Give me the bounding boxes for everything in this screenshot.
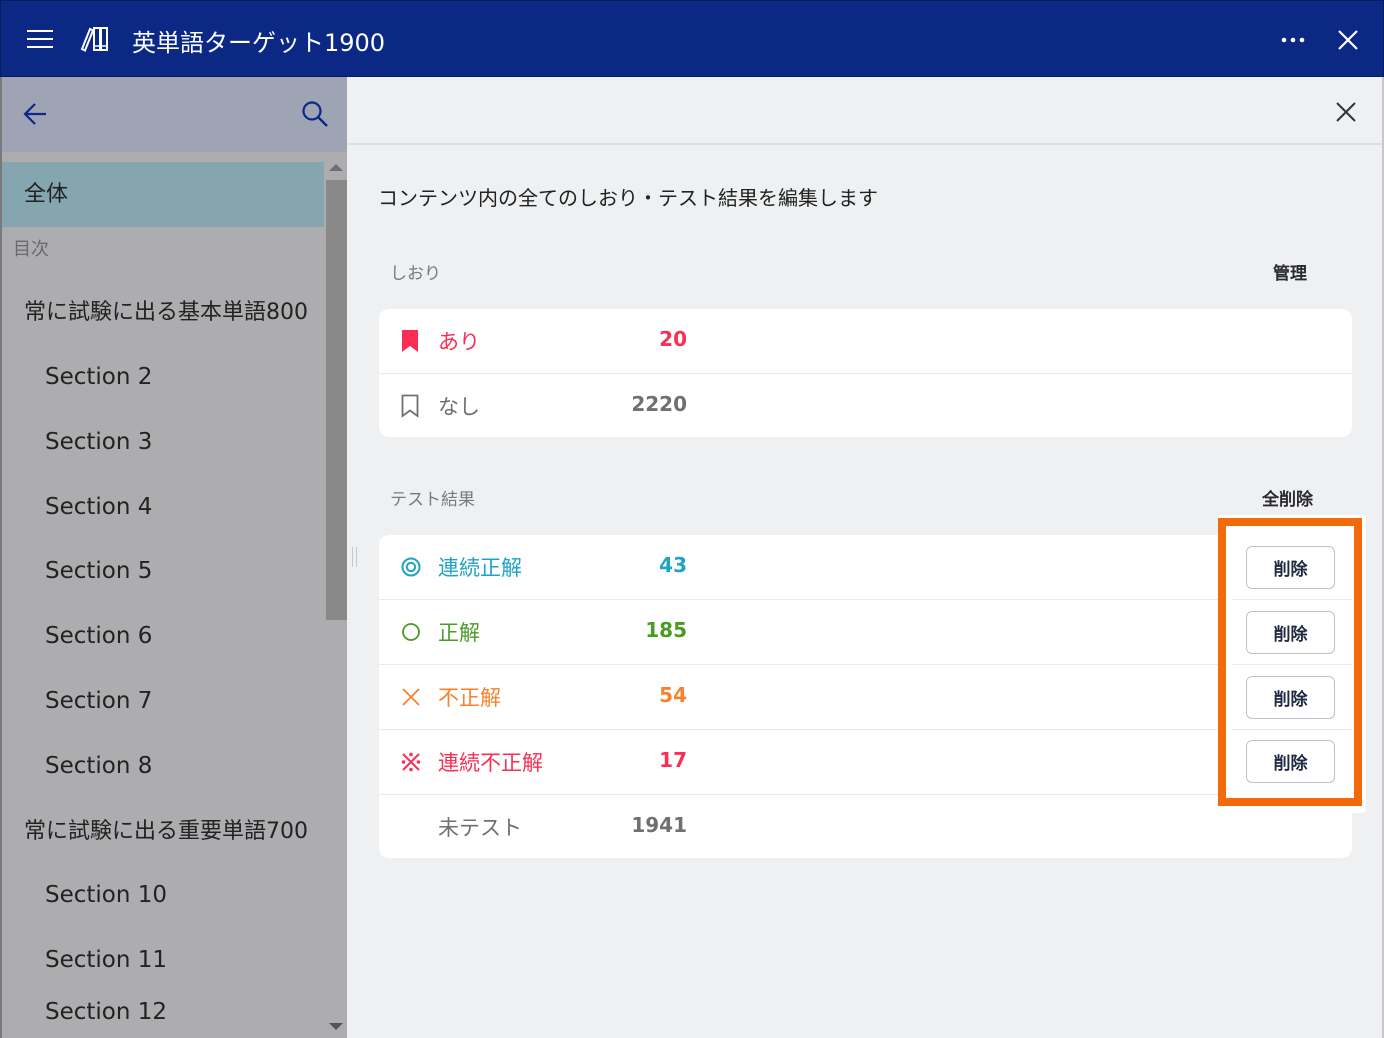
sidebar-item-part[interactable]: 常に試験に出る基本単語800 [2, 280, 324, 345]
bookmark-row-on[interactable]: あり 20 [379, 309, 1352, 374]
test-row-correct: 正解 185 [379, 600, 1352, 665]
tests-section-title: テスト結果 [390, 490, 475, 510]
delete-consecutive-correct-button[interactable]: 削除 [1246, 546, 1335, 589]
test-row-consecutive-correct: 連続正解 43 [379, 535, 1352, 600]
bookmark-label: あり [438, 330, 480, 354]
sidebar-item-section[interactable]: Section 10 [2, 863, 324, 928]
reference-mark-icon [401, 752, 421, 772]
sidebar-item-section[interactable]: Section 2 [2, 345, 324, 410]
test-count: 17 [659, 748, 687, 772]
sidebar-item-section[interactable]: Section 5 [2, 539, 324, 604]
test-row-untested: 未テスト 1941 [379, 795, 1352, 858]
books-icon [80, 27, 108, 52]
pane-splitter[interactable] [352, 547, 358, 569]
test-label: 不正解 [438, 686, 501, 710]
bookmarks-card: あり 20 なし 2220 [379, 309, 1352, 437]
panel-header [347, 77, 1382, 145]
test-count: 185 [645, 618, 687, 642]
circle-icon [402, 623, 420, 641]
bookmark-filled-icon [402, 330, 418, 352]
toc-list: 全体 目次 常に試験に出る基本単語800 Section 2 Section 3… [2, 162, 324, 1038]
delete-incorrect-button[interactable]: 削除 [1246, 676, 1335, 719]
sidebar-item-section[interactable]: Section 4 [2, 475, 324, 540]
test-label: 連続不正解 [438, 751, 543, 775]
more-horizontal-icon[interactable] [1279, 27, 1309, 51]
delete-correct-button[interactable]: 削除 [1246, 611, 1335, 654]
sidebar-item-section[interactable]: Section 12 [2, 980, 324, 1038]
test-row-incorrect: 不正解 54 [379, 665, 1352, 730]
sidebar-scrollbar[interactable] [324, 162, 347, 1038]
test-count: 54 [659, 683, 687, 707]
test-label: 未テスト [438, 816, 522, 840]
delete-all-button[interactable]: 全削除 [1262, 485, 1313, 510]
panel-description: コンテンツ内の全てのしおり・テスト結果を編集します [378, 186, 878, 210]
sidebar-item-part[interactable]: 常に試験に出る重要単語700 [2, 799, 324, 864]
search-icon[interactable] [300, 99, 330, 129]
arrow-left-icon[interactable] [22, 101, 50, 127]
toc-label: 目次 [13, 239, 49, 260]
bookmark-outline-icon [401, 394, 419, 418]
scroll-down-arrow-icon[interactable] [329, 1023, 343, 1030]
test-label: 連続正解 [438, 556, 522, 580]
test-results-card: 連続正解 43 正解 185 不正解 54 連続不正解 17 未テスト 1941 [379, 535, 1352, 858]
test-count: 43 [659, 553, 687, 577]
sidebar-item-all[interactable]: 全体 [2, 162, 324, 227]
manage-bookmarks-button[interactable]: 管理 [1273, 259, 1307, 284]
test-row-consecutive-incorrect: 連続不正解 17 [379, 730, 1352, 795]
delete-consecutive-incorrect-button[interactable]: 削除 [1246, 740, 1335, 783]
test-count: 1941 [631, 813, 687, 837]
sidebar-item-section[interactable]: Section 3 [2, 410, 324, 475]
bookmark-count: 20 [659, 327, 687, 351]
scroll-up-arrow-icon[interactable] [329, 164, 343, 171]
bookmarks-section-title: しおり [390, 264, 441, 284]
scrollbar-thumb[interactable] [326, 180, 347, 620]
sidebar-item-section[interactable]: Section 8 [2, 734, 324, 799]
title-bar: 英単語ターゲット1900 [0, 0, 1384, 77]
close-panel-icon[interactable] [1335, 101, 1357, 123]
sidebar: 全体 目次 常に試験に出る基本単語800 Section 2 Section 3… [0, 77, 347, 1038]
bookmark-row-off[interactable]: なし 2220 [379, 374, 1352, 437]
close-icon[interactable] [1335, 27, 1361, 53]
double-circle-icon [401, 557, 421, 577]
app-title: 英単語ターゲット1900 [132, 29, 386, 57]
bookmark-count: 2220 [631, 392, 687, 416]
bookmark-label: なし [438, 395, 480, 419]
test-label: 正解 [438, 621, 480, 645]
sidebar-item-section[interactable]: Section 7 [2, 669, 324, 734]
cross-icon [402, 688, 420, 706]
sidebar-item-section[interactable]: Section 6 [2, 604, 324, 669]
hamburger-icon[interactable] [27, 30, 53, 50]
sidebar-header [2, 77, 347, 152]
